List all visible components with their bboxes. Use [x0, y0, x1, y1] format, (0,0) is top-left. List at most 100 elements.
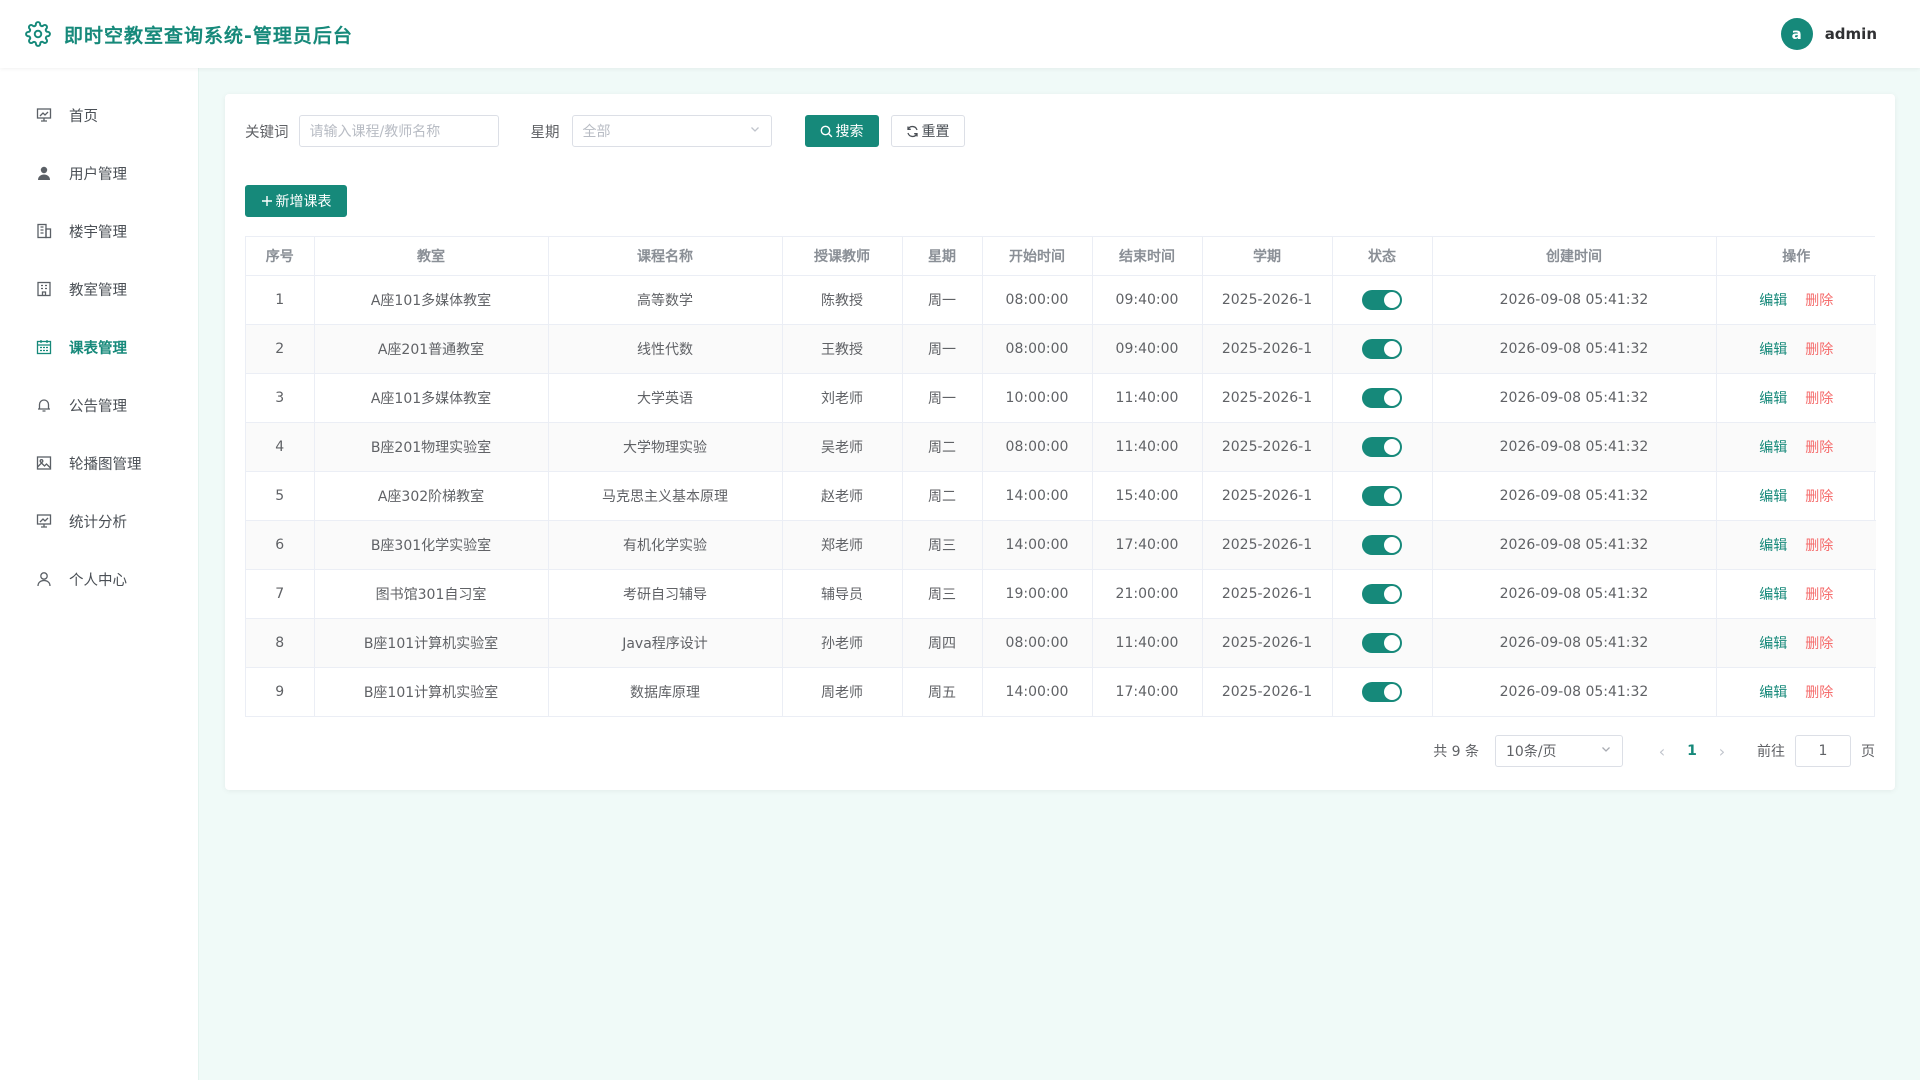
- delete-link[interactable]: 删除: [1805, 293, 1833, 309]
- delete-link[interactable]: 删除: [1805, 342, 1833, 358]
- edit-link[interactable]: 编辑: [1759, 538, 1787, 554]
- delete-link[interactable]: 删除: [1805, 685, 1833, 701]
- sidebar-item-carousel[interactable]: 轮播图管理: [0, 434, 198, 492]
- status-toggle[interactable]: [1362, 436, 1402, 457]
- cell-status: [1332, 520, 1433, 570]
- chart-screen-icon: [35, 512, 53, 530]
- cell-end-time: 11:40:00: [1092, 422, 1203, 472]
- cell-term: 2025-2026-1: [1202, 275, 1333, 325]
- cell-classroom: A座101多媒体教室: [314, 373, 549, 423]
- cell-status: [1332, 618, 1433, 668]
- status-toggle[interactable]: [1362, 289, 1402, 310]
- status-toggle[interactable]: [1362, 583, 1402, 604]
- building-icon: [35, 222, 53, 240]
- username[interactable]: admin: [1825, 25, 1877, 43]
- goto-label: 前往: [1757, 744, 1785, 760]
- cell-actions: 编辑 删除: [1716, 373, 1876, 423]
- sidebar-item-label: 课表管理: [69, 340, 127, 357]
- user-menu[interactable]: a admin: [1780, 18, 1877, 50]
- next-page-icon[interactable]: ›: [1707, 742, 1737, 761]
- edit-link[interactable]: 编辑: [1759, 342, 1787, 358]
- week-select[interactable]: 全部: [571, 115, 772, 147]
- cell-created-time: 2026-09-08 05:41:32: [1432, 667, 1717, 716]
- cell-end-time: 17:40:00: [1092, 667, 1203, 716]
- page-number-current[interactable]: 1: [1677, 743, 1707, 759]
- user-icon: [35, 164, 53, 182]
- pagination-total: 共 9 条: [1433, 744, 1479, 760]
- status-toggle[interactable]: [1362, 387, 1402, 408]
- delete-link[interactable]: 删除: [1805, 440, 1833, 456]
- cell-actions: 编辑 删除: [1716, 275, 1876, 325]
- cell-weekday: 周一: [902, 275, 983, 325]
- edit-link[interactable]: 编辑: [1759, 685, 1787, 701]
- status-toggle[interactable]: [1362, 485, 1402, 506]
- cell-start-time: 08:00:00: [982, 324, 1093, 374]
- chevron-down-icon: [749, 123, 761, 139]
- cell-course: 大学物理实验: [548, 422, 783, 472]
- column-header: 操作: [1716, 237, 1876, 276]
- cell-teacher: 孙老师: [782, 618, 903, 668]
- cell-status: [1332, 275, 1433, 325]
- edit-link[interactable]: 编辑: [1759, 293, 1787, 309]
- status-toggle[interactable]: [1362, 681, 1402, 702]
- cell-index: 9: [246, 667, 315, 716]
- add-schedule-button[interactable]: 新增课表: [245, 185, 347, 217]
- cell-created-time: 2026-09-08 05:41:32: [1432, 275, 1717, 325]
- calendar-icon: [35, 338, 53, 356]
- refresh-icon: [906, 125, 919, 138]
- schedule-table: 序号 教室 课程名称 授课教师 星期 开始时间 结束时间 学期 状态 创建时间 …: [245, 236, 1876, 717]
- cell-weekday: 周一: [902, 324, 983, 374]
- cell-status: [1332, 569, 1433, 619]
- sidebar-item-schedule[interactable]: 课表管理: [0, 318, 198, 376]
- reset-button-label: 重置: [921, 124, 950, 140]
- search-button[interactable]: 搜索: [804, 115, 879, 147]
- delete-link[interactable]: 删除: [1805, 538, 1833, 554]
- cell-term: 2025-2026-1: [1202, 471, 1333, 521]
- sidebar-item-users[interactable]: 用户管理: [0, 144, 198, 202]
- cell-index: 6: [246, 520, 315, 570]
- app-title: 即时空教室查询系统-管理员后台: [64, 24, 353, 47]
- status-toggle[interactable]: [1362, 632, 1402, 653]
- cell-end-time: 11:40:00: [1092, 373, 1203, 423]
- cell-weekday: 周三: [902, 569, 983, 619]
- status-toggle[interactable]: [1362, 338, 1402, 359]
- delete-link[interactable]: 删除: [1805, 636, 1833, 652]
- cell-created-time: 2026-09-08 05:41:32: [1432, 618, 1717, 668]
- reset-button[interactable]: 重置: [890, 115, 965, 147]
- cell-actions: 编辑 删除: [1716, 569, 1876, 619]
- avatar[interactable]: a: [1780, 18, 1813, 50]
- cell-classroom: A座302阶梯教室: [314, 471, 549, 521]
- cell-classroom: A座201普通教室: [314, 324, 549, 374]
- sidebar-item-statistics[interactable]: 统计分析: [0, 492, 198, 550]
- prev-page-icon[interactable]: ‹: [1647, 742, 1677, 761]
- sidebar-item-buildings[interactable]: 楼宇管理: [0, 202, 198, 260]
- sidebar-item-classrooms[interactable]: 教室管理: [0, 260, 198, 318]
- cell-teacher: 赵老师: [782, 471, 903, 521]
- column-header: 授课教师: [782, 237, 903, 276]
- delete-link[interactable]: 删除: [1805, 587, 1833, 603]
- cell-end-time: 11:40:00: [1092, 618, 1203, 668]
- edit-link[interactable]: 编辑: [1759, 587, 1787, 603]
- filter-bar: 关键词 请输入课程/教师名称 星期 全部 搜索 重置: [245, 115, 965, 147]
- column-header: 开始时间: [982, 237, 1093, 276]
- sidebar-item-profile[interactable]: 个人中心: [0, 550, 198, 608]
- edit-link[interactable]: 编辑: [1759, 391, 1787, 407]
- edit-link[interactable]: 编辑: [1759, 489, 1787, 505]
- sidebar-item-announcements[interactable]: 公告管理: [0, 376, 198, 434]
- cell-index: 5: [246, 471, 315, 521]
- person-icon: [35, 570, 53, 588]
- edit-link[interactable]: 编辑: [1759, 636, 1787, 652]
- cell-term: 2025-2026-1: [1202, 618, 1333, 668]
- status-toggle[interactable]: [1362, 534, 1402, 555]
- page-size-select[interactable]: 10条/页: [1495, 735, 1623, 767]
- cell-course: 有机化学实验: [548, 520, 783, 570]
- cell-weekday: 周四: [902, 618, 983, 668]
- keyword-input[interactable]: 请输入课程/教师名称: [298, 115, 499, 147]
- image-icon: [35, 454, 53, 472]
- cell-weekday: 周三: [902, 520, 983, 570]
- edit-link[interactable]: 编辑: [1759, 440, 1787, 456]
- goto-page-input[interactable]: 1: [1795, 735, 1851, 767]
- delete-link[interactable]: 删除: [1805, 489, 1833, 505]
- delete-link[interactable]: 删除: [1805, 391, 1833, 407]
- sidebar-item-home[interactable]: 首页: [0, 86, 198, 144]
